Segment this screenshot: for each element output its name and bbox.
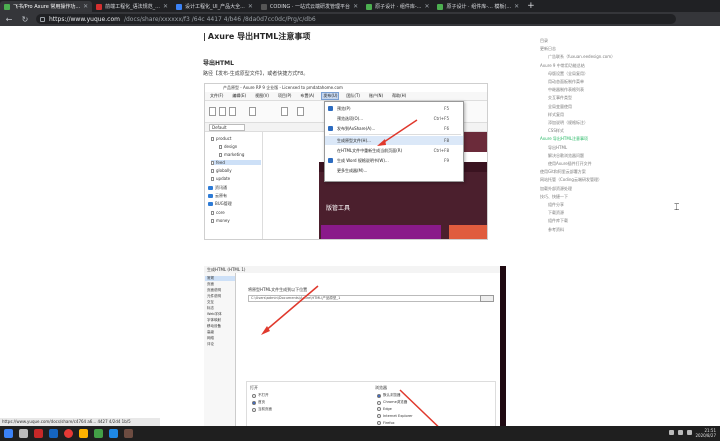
toc-item[interactable]: CSS样式 bbox=[548, 128, 564, 134]
toc-item[interactable]: 交互事件类型 bbox=[548, 95, 572, 101]
url-host: https://www.yuque.com bbox=[49, 15, 120, 23]
app-icon[interactable] bbox=[94, 429, 103, 438]
html-dialog-screenshot[interactable]: 生成HTML (HTML 1) 常规 页面 页面说明 元件说明 交互 标志 We… bbox=[204, 266, 506, 436]
close-tab-icon[interactable]: ✕ bbox=[248, 3, 253, 10]
language-icon[interactable] bbox=[687, 430, 692, 435]
tab-title: 原子设计 · 组件库-... 模板(... bbox=[446, 4, 512, 10]
app-icon[interactable] bbox=[34, 429, 43, 438]
tab-title: 前端工程化_语法规范_... bbox=[105, 4, 160, 10]
browser-tab-strip: 飞书/Pro Axure 常用操作功... ✕ 前端工程化_语法规范_... ✕… bbox=[0, 0, 720, 12]
tab-favicon-icon bbox=[175, 3, 182, 10]
annotation-arrow-icon bbox=[261, 285, 449, 436]
toc-item[interactable]: Axure 导出HTML注意事项 bbox=[540, 136, 588, 142]
browser-tab-5[interactable]: 原子设计 · 组件库-... ✕ bbox=[362, 1, 433, 12]
toc-item[interactable]: 技巧、快捷一下 bbox=[540, 194, 568, 200]
toc-item[interactable]: 用动态面板制作菜单 bbox=[548, 79, 584, 85]
subsection-heading: 导出HTML bbox=[203, 60, 234, 67]
tab-favicon-icon bbox=[366, 3, 373, 10]
app-icon[interactable] bbox=[124, 429, 133, 438]
toc-item[interactable]: 解决谷歌浏览器问题 bbox=[548, 153, 584, 159]
url-path: /docs/share/xxxxxx/f3 /64c 4417 4/b46 /8… bbox=[123, 15, 316, 23]
toc-item[interactable]: 全局变量使用 bbox=[548, 104, 572, 110]
reload-icon[interactable]: ↻ bbox=[20, 15, 30, 24]
toc-item[interactable]: 参考资料 bbox=[548, 227, 564, 233]
browser-tab-4[interactable]: CODING · 一站式云端研发管理平台 ✕ bbox=[257, 1, 362, 12]
search-icon[interactable] bbox=[19, 429, 28, 438]
tab-title: 原子设计 · 组件库-... bbox=[375, 4, 422, 10]
app-icon[interactable] bbox=[49, 429, 58, 438]
tab-title: CODING · 一站式云端研发管理平台 bbox=[269, 4, 351, 10]
toc-item[interactable]: 组件分享 bbox=[548, 202, 564, 208]
tab-favicon-icon bbox=[96, 3, 103, 10]
instruction-paragraph: 路径【发布-生成原型文件】，或者快捷方式F8。 bbox=[203, 71, 309, 77]
article: | Axure 导出HTML注意事项 导出HTML 路径【发布-生成原型文件】，或… bbox=[195, 26, 525, 436]
toc-item[interactable]: 更新日志 bbox=[540, 46, 556, 52]
start-icon[interactable] bbox=[4, 429, 13, 438]
toc-item[interactable]: 样式复用 bbox=[548, 112, 564, 118]
toc-item[interactable]: 使用Axure插件打开文件 bbox=[548, 161, 592, 167]
close-tab-icon[interactable]: ✕ bbox=[514, 3, 519, 10]
tab-title: 设计工程化_UI_产品大全... bbox=[184, 4, 245, 10]
toc-item[interactable]: 目录 bbox=[540, 38, 548, 44]
screen: 飞书/Pro Axure 常用操作功... ✕ 前端工程化_语法规范_... ✕… bbox=[0, 0, 720, 441]
close-tab-icon[interactable]: ✕ bbox=[353, 3, 358, 10]
toc-item[interactable]: 组件库下载 bbox=[548, 218, 568, 224]
toc-item[interactable]: 网站托管（Coding云端研发管理） bbox=[540, 177, 602, 183]
mouse-cursor-icon: ⌶ bbox=[674, 203, 680, 213]
link-status-preview: https://www.yuque.com/docs/share/c4764 a… bbox=[0, 418, 160, 426]
browser-tab-1[interactable]: 飞书/Pro Axure 常用操作功... ✕ bbox=[0, 1, 93, 12]
toc-item[interactable]: 导出HTML bbox=[548, 145, 567, 151]
back-icon[interactable]: ← bbox=[4, 15, 14, 24]
browser-tab-6[interactable]: 原子设计 · 组件库-... 模板(... ✕ bbox=[433, 1, 523, 12]
toc-item[interactable]: 使用Git和阿里云部署方案 bbox=[540, 169, 586, 175]
toc-item[interactable]: 中继器制作表格列表 bbox=[548, 87, 584, 93]
browser-tab-3[interactable]: 设计工程化_UI_产品大全... ✕ bbox=[172, 1, 257, 12]
toc-item[interactable]: Axure 9 中常用功能总结 bbox=[540, 63, 585, 69]
heading-marker-icon: | bbox=[203, 32, 206, 41]
close-tab-icon[interactable]: ✕ bbox=[163, 3, 168, 10]
windows-taskbar: 21:51 2020/8/27 bbox=[0, 426, 720, 441]
system-tray bbox=[669, 430, 692, 435]
toc-item[interactable]: 母版设置（全局复用） bbox=[548, 71, 588, 77]
toc-item[interactable]: 广告联系（fuxuan.eedesign.com） bbox=[548, 54, 615, 60]
volume-icon[interactable] bbox=[678, 430, 683, 435]
axure-screenshot[interactable]: 产品原型 - Axure RP 9 企业版 - Licensed to pmda… bbox=[204, 83, 488, 240]
tab-favicon-icon bbox=[260, 3, 267, 10]
browser-toolbar: ← ↻ https://www.yuque.com /docs/share/xx… bbox=[0, 12, 720, 26]
app-icon[interactable] bbox=[109, 429, 118, 438]
toc-item[interactable]: 添加说明（规格标注） bbox=[548, 120, 588, 126]
new-tab-button[interactable]: + bbox=[523, 1, 539, 12]
tab-favicon-icon bbox=[437, 3, 444, 10]
annotation-arrow-icon bbox=[377, 119, 418, 146]
folder-icon[interactable] bbox=[79, 429, 88, 438]
tab-title: 飞书/Pro Axure 常用操作功... bbox=[13, 4, 81, 10]
clock[interactable]: 21:51 2020/8/27 bbox=[695, 428, 716, 438]
section-heading: | Axure 导出HTML注意事项 bbox=[203, 32, 311, 41]
browser-tab-2[interactable]: 前端工程化_语法规范_... ✕ bbox=[92, 1, 172, 12]
toc-item[interactable]: 下载资源 bbox=[548, 210, 564, 216]
lock-icon bbox=[40, 16, 45, 22]
address-bar[interactable]: https://www.yuque.com /docs/share/xxxxxx… bbox=[36, 14, 676, 24]
close-tab-icon[interactable]: ✕ bbox=[83, 3, 88, 10]
toc-item[interactable]: 加载外部资源处理 bbox=[540, 186, 572, 192]
tab-favicon-icon bbox=[4, 3, 10, 10]
close-tab-icon[interactable]: ✕ bbox=[424, 3, 429, 10]
chrome-icon[interactable] bbox=[64, 429, 73, 438]
network-icon[interactable] bbox=[669, 430, 674, 435]
